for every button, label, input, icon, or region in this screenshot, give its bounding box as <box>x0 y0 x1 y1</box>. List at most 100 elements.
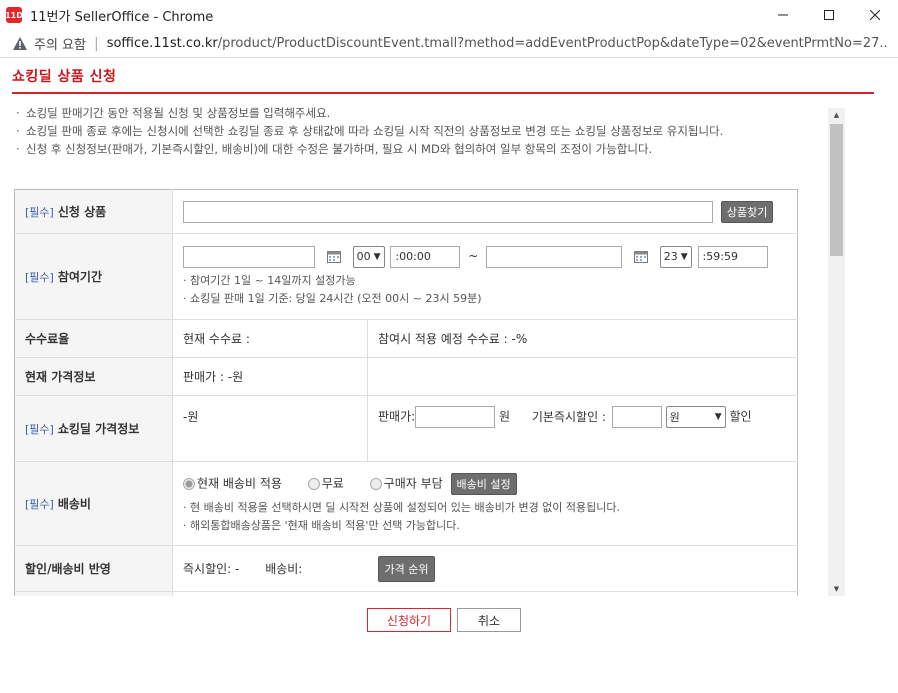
maximize-icon <box>824 10 834 20</box>
cell-period: 00▼ ~ 23▼ · 참여기간 1일 ~ 14일까지 설정가능 · 쇼킹딜 판… <box>172 233 798 320</box>
scroll-down-icon[interactable]: ▼ <box>828 582 845 596</box>
shipping-radio-buyer[interactable] <box>369 477 382 490</box>
period-separator: ~ <box>468 249 479 263</box>
label-product-text: 신청 상품 <box>57 205 107 219</box>
window-titlebar: 11D 11번가 SellerOffice - Chrome <box>0 0 898 30</box>
popup-content: 쇼킹딜 판매기간 동안 적용될 신청 및 상품정보를 입력해주세요. 쇼킹딜 판… <box>14 104 822 596</box>
sale-price-input[interactable] <box>415 406 496 428</box>
calendar-icon[interactable] <box>633 250 648 263</box>
label-current-price: 현재 가격정보 <box>14 357 173 396</box>
security-label[interactable]: 주의 요함 <box>34 34 86 53</box>
price-rank-button[interactable]: 가격 순위 <box>377 555 436 582</box>
shipping-note-2: 해외통합배송상품은 '현재 배송비 적용'만 선택 가능합니다. <box>190 518 460 532</box>
current-price-empty <box>367 357 798 396</box>
reflect-shipping: 배송비: <box>265 562 303 576</box>
notice-list: 쇼킹딜 판매기간 동안 적용될 신청 및 상품정보를 입력해주세요. 쇼킹딜 판… <box>14 104 822 158</box>
row-commission: 수수료율 현재 수수료 : 참여시 적용 예정 수수료 : -% <box>14 319 798 358</box>
planned-commission: 참여시 적용 예정 수수료 : -% <box>367 319 798 358</box>
cancel-button[interactable]: 취소 <box>457 608 521 632</box>
end-time-input[interactable] <box>697 245 768 268</box>
url-text[interactable]: soffice.11st.co.kr/product/ProductDiscou… <box>107 36 887 51</box>
row-period: [필수]참여기간 00▼ ~ 23▼ · 참여기간 1일 ~ 14일까지 설정가… <box>14 233 798 320</box>
shipping-note: · 해외통합배송상품은 '현재 배송비 적용'만 선택 가능합니다. <box>183 518 460 532</box>
maximize-button[interactable] <box>806 0 852 30</box>
start-time-input[interactable] <box>390 245 461 268</box>
cell-shipping: 현재 배송비 적용 무료 구매자 부담 배송비 설정 · 현 배송비 적용을 선… <box>172 461 798 546</box>
url-path: /product/ProductDiscountEvent.tmall?meth… <box>217 36 887 51</box>
label-reflect: 할인/배송비 반영 <box>14 545 173 592</box>
label-shipping-text: 배송비 <box>57 497 91 511</box>
cell-product: 상품찾기 <box>172 189 798 234</box>
deal-price-inputs: 판매가: 원 기본즉시할인 : 원 ▼ 할인 <box>367 395 798 462</box>
reflect-action: 가격 순위 <box>367 545 798 592</box>
discount-suffix: 할인 <box>729 409 752 424</box>
reflect-values: 즉시할인: - 배송비: <box>172 545 368 592</box>
period-note-2: 쇼킹딜 판매 1일 기준: 당일 24시간 (오전 00시 ~ 23시 59분) <box>190 291 482 305</box>
row-product: [필수] 신청 상품 상품찾기 <box>14 189 798 234</box>
scroll-up-icon[interactable]: ▲ <box>828 108 845 122</box>
shipping-radio-current[interactable] <box>183 477 195 490</box>
shipping-radio-free[interactable] <box>307 477 320 490</box>
label-product: [필수] 신청 상품 <box>14 189 173 234</box>
shipping-settings-button[interactable]: 배송비 설정 <box>450 472 517 495</box>
product-input[interactable] <box>183 200 713 223</box>
notice-item: 신청 후 신청정보(판매가, 기본즉시할인, 배송비)에 대한 수정은 불가하며… <box>16 140 822 158</box>
label-deal-price: [필수] 쇼킹딜 가격정보 <box>14 395 173 462</box>
shipping-note-1: 현 배송비 적용을 선택하시면 딜 시작전 상품에 설정되어 있는 배송비가 변… <box>190 500 621 514</box>
sale-price-unit: 원 <box>499 409 511 424</box>
notice-item: 쇼킹딜 판매기간 동안 적용될 신청 및 상품정보를 입력해주세요. <box>16 104 822 122</box>
label-shipping: [필수] 배송비 <box>14 461 173 546</box>
discount-unit-select[interactable]: 원 ▼ <box>665 406 726 428</box>
start-date-input[interactable] <box>183 245 315 268</box>
row-deal-price: [필수] 쇼킹딜 가격정보 -원 판매가: 원 기본즉시할인 : 원 ▼ 할인 <box>14 395 798 462</box>
minimize-button[interactable] <box>760 0 806 30</box>
chevron-down-icon: ▼ <box>680 251 688 262</box>
close-icon <box>870 10 880 20</box>
shipping-option-free[interactable]: 무료 <box>322 476 344 490</box>
label-deal-price-text: 쇼킹딜 가격정보 <box>57 422 140 436</box>
deal-price-value: -원 <box>172 395 368 462</box>
find-product-button[interactable]: 상품찾기 <box>720 200 774 223</box>
period-note-1: 참여기간 1일 ~ 14일까지 설정가능 <box>190 273 356 287</box>
row-current-price: 현재 가격정보 판매가 : -원 <box>14 357 798 396</box>
window-title: 11번가 SellerOffice - Chrome <box>30 9 214 25</box>
submit-button[interactable]: 신청하기 <box>367 608 451 632</box>
warning-icon[interactable] <box>12 36 28 52</box>
shipping-option-current[interactable]: 현재 배송비 적용 <box>197 476 282 490</box>
url-domain: soffice.11st.co.kr <box>106 36 218 51</box>
required-tag: [필수] <box>25 206 54 219</box>
end-date-input[interactable] <box>486 245 623 268</box>
discount-unit-value: 원 <box>669 411 680 424</box>
shipping-option-buyer[interactable]: 구매자 부담 <box>384 476 443 490</box>
scroll-thumb[interactable] <box>830 124 843 256</box>
label-commission: 수수료율 <box>14 319 173 358</box>
period-inputs: 00▼ ~ 23▼ <box>183 245 787 268</box>
row-reflect: 할인/배송비 반영 즉시할인: - 배송비: 가격 순위 <box>14 545 798 592</box>
label-period-text: 참여기간 <box>57 270 102 284</box>
required-tag: [필수] <box>25 498 54 511</box>
popup-header: 쇼킹딜 상품 신청 <box>12 66 874 94</box>
action-bar: 신청하기 취소 <box>0 596 898 693</box>
address-bar[interactable]: 주의 요함 | soffice.11st.co.kr/product/Produ… <box>0 30 898 58</box>
period-note: · 쇼킹딜 판매 1일 기준: 당일 24시간 (오전 00시 ~ 23시 59… <box>183 291 482 305</box>
sale-price-label: 판매가 <box>378 409 412 424</box>
label-period: [필수] 참여기간 <box>14 233 173 320</box>
application-form: [필수]신청 상품 상품찾기 [필수]참여기간 00▼ ~ <box>14 189 798 596</box>
current-price-value: 판매가 : -원 <box>172 357 368 396</box>
minimize-icon <box>778 14 788 16</box>
calendar-icon[interactable] <box>326 250 341 263</box>
notice-item: 쇼킹딜 판매 종료 후에는 신청시에 선택한 쇼킹딜 종료 후 상태값에 따라 … <box>16 122 822 140</box>
end-hour-value: 23 <box>663 250 678 263</box>
end-hour-select[interactable]: 23 ▼ <box>659 245 692 268</box>
discount-input[interactable] <box>611 406 662 428</box>
close-button[interactable] <box>852 0 898 30</box>
required-tag: [필수] <box>25 423 54 436</box>
reflect-discount: 즉시할인: - <box>183 562 240 576</box>
chevron-down-icon: ▼ <box>373 251 381 262</box>
start-hour-select[interactable]: 00 ▼ <box>352 245 385 268</box>
shipping-note: · 현 배송비 적용을 선택하시면 딜 시작전 상품에 설정되어 있는 배송비가… <box>183 500 621 514</box>
row-shipping: [필수] 배송비 현재 배송비 적용 무료 구매자 부담 배송비 설정 · 현 배… <box>14 461 798 546</box>
period-note: · 참여기간 1일 ~ 14일까지 설정가능 <box>183 273 356 287</box>
content-scrollbar[interactable]: ▲ ▼ <box>828 108 845 596</box>
current-commission: 현재 수수료 : <box>172 319 368 358</box>
